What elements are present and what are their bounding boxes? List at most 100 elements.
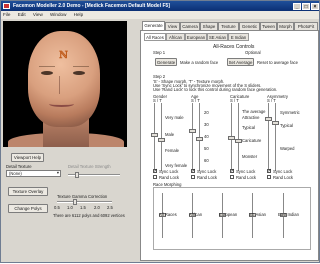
detail-texture-select[interactable]: (None) ▾ — [6, 170, 61, 177]
gender-texture-slider[interactable] — [158, 103, 165, 171]
age-texture-knob[interactable] — [196, 137, 203, 141]
menu-edit[interactable]: Edit — [18, 12, 26, 17]
caricature-label-attractive: Attractive — [242, 115, 260, 120]
maximize-button[interactable]: □ — [302, 2, 310, 10]
menu-help[interactable]: Help — [74, 12, 83, 17]
asymmetry-texture-knob[interactable] — [272, 121, 279, 125]
left-controls: Viewport Help Detail Texture (None) ▾ De… — [3, 150, 127, 264]
gamma-tick-20: 2.0 — [94, 205, 100, 210]
asymmetry-shape-knob[interactable] — [265, 117, 272, 121]
close-button[interactable]: × — [311, 2, 319, 10]
subtab-african[interactable]: African — [166, 33, 185, 41]
caricature-rand-lock-checkbox[interactable] — [230, 175, 234, 179]
chevron-down-icon: ▾ — [56, 170, 59, 175]
caricature-shape-knob[interactable] — [228, 136, 235, 140]
tab-generate[interactable]: Generate — [142, 21, 165, 30]
detail-strength-slider[interactable] — [68, 172, 120, 178]
age-rand-lock-label: Rand Lock — [197, 175, 218, 180]
change-polys-button[interactable]: Change Polys — [8, 204, 48, 213]
asymmetry-sync-lock-checkbox[interactable] — [267, 168, 272, 174]
tab-view[interactable]: View — [165, 22, 180, 30]
tab-texture[interactable]: Texture — [218, 22, 239, 30]
detail-texture-label: Detail Texture — [6, 164, 32, 169]
make-random-label: Make a random face — [180, 60, 219, 65]
age-texture-slider[interactable] — [196, 103, 203, 171]
gender-rand-lock-checkbox[interactable] — [153, 175, 157, 179]
tab-tween[interactable]: Tween — [260, 22, 277, 30]
gamma-tick-25: 2.5 — [107, 205, 113, 210]
age-rand-lock-checkbox[interactable] — [191, 175, 195, 179]
asymmetry-sync-lock-label: Sync Lock — [273, 169, 293, 174]
caricature-texture-knob[interactable] — [235, 139, 242, 143]
gender-label-very-male: Very male — [165, 115, 184, 120]
gamma-tick-05: 0.5 — [54, 205, 60, 210]
caricature-sync-lock-checkbox[interactable] — [230, 168, 235, 174]
caricature-texture-slider[interactable] — [235, 103, 242, 171]
race-all-label: All Races — [159, 212, 177, 217]
subtab-e-indian[interactable]: E Indian — [228, 33, 249, 41]
main-tabs: Generate View Camera Shape Texture Genet… — [140, 21, 319, 30]
mouth — [49, 101, 74, 107]
gender-sync-lock-label: Sync Lock — [159, 169, 179, 174]
subtab-european[interactable]: European — [185, 33, 207, 41]
detail-strength-label: Detail Texture Strength — [68, 164, 111, 169]
set-average-button[interactable]: Set Average — [227, 58, 254, 66]
menu-view[interactable]: View — [33, 12, 43, 17]
window-title: Facemon Modeller 2.0 Demo - [Medick Face… — [13, 3, 170, 9]
asymmetry-rand-lock-checkbox[interactable] — [267, 175, 271, 179]
age-shape-knob[interactable] — [189, 129, 196, 133]
minimize-button[interactable]: _ — [293, 2, 301, 10]
age-tick-60: 60 — [204, 158, 209, 163]
optional-label: Optional — [245, 50, 261, 55]
right-eye — [73, 71, 85, 75]
gender-shape-slider[interactable] — [151, 103, 158, 171]
menu-window[interactable]: Window — [50, 12, 66, 17]
menu-bar: File Edit View Window Help — [1, 11, 319, 19]
asymmetry-shape-slider[interactable] — [265, 103, 272, 171]
age-tick-30: 30 — [204, 122, 209, 127]
viewport-help-button[interactable]: Viewport Help — [11, 153, 44, 162]
race-african-label: African — [189, 212, 203, 217]
gender-label-very-female: Very female — [165, 163, 188, 168]
race-east-indian-label: East Indian — [278, 212, 299, 217]
generate-content: All Races African European SE Asian E In… — [140, 30, 319, 261]
tab-photofit[interactable]: PhotoFit — [294, 22, 318, 30]
title-bar[interactable]: Facemon Modeller 2.0 Demo - [Medick Face… — [1, 1, 319, 11]
gamma-knob[interactable] — [73, 199, 78, 205]
step2-text-3: Use 'Rand Lock' to lock this control dur… — [153, 87, 278, 92]
nose — [59, 76, 67, 94]
subtab-se-asian[interactable]: SE Asian — [207, 33, 228, 41]
caricature-label-average: The average — [242, 109, 266, 114]
detail-strength-knob[interactable] — [75, 172, 80, 178]
caricature-label-caricature: Caricature — [242, 138, 262, 143]
tab-morph[interactable]: Morph — [277, 22, 294, 30]
age-shape-slider[interactable] — [189, 103, 196, 171]
tab-shape[interactable]: Shape — [200, 22, 218, 30]
age-tick-50: 50 — [204, 146, 209, 151]
left-brow — [39, 66, 55, 69]
left-eye — [41, 71, 53, 75]
gender-texture-knob[interactable] — [158, 138, 165, 142]
caricature-shape-slider[interactable] — [228, 103, 235, 171]
age-sync-lock-checkbox[interactable] — [191, 168, 196, 174]
step1-label: Step 1 — [153, 50, 166, 55]
caricature-label-monster: Monster — [242, 154, 258, 159]
asymmetry-texture-slider[interactable] — [272, 103, 279, 171]
3d-viewport[interactable]: ℕ — [3, 21, 127, 147]
gender-sync-lock-checkbox[interactable] — [153, 168, 158, 174]
poly-info: There are 6112 polys and 6092 vertices — [53, 213, 125, 218]
generate-button[interactable]: Generate — [155, 58, 177, 66]
subtab-all-races[interactable]: All Races — [144, 33, 166, 41]
gender-shape-knob[interactable] — [151, 133, 158, 137]
gamma-label: Texture Gamma Correction — [57, 194, 108, 199]
asymmetry-label-symmetric: Symmetric — [280, 110, 300, 115]
texture-overlay-button[interactable]: Texture Overlay — [8, 187, 48, 196]
tab-genetic[interactable]: Genetic — [239, 22, 260, 30]
forehead-tattoo-icon: ℕ — [59, 50, 69, 61]
gamma-slider[interactable] — [57, 199, 112, 205]
control-panel: Generate View Camera Shape Texture Genet… — [140, 21, 319, 264]
race-se-asian-label: SE Asian — [249, 212, 266, 217]
menu-file[interactable]: File — [3, 12, 10, 17]
tab-camera[interactable]: Camera — [180, 22, 200, 30]
age-tick-20: 20 — [204, 110, 209, 115]
